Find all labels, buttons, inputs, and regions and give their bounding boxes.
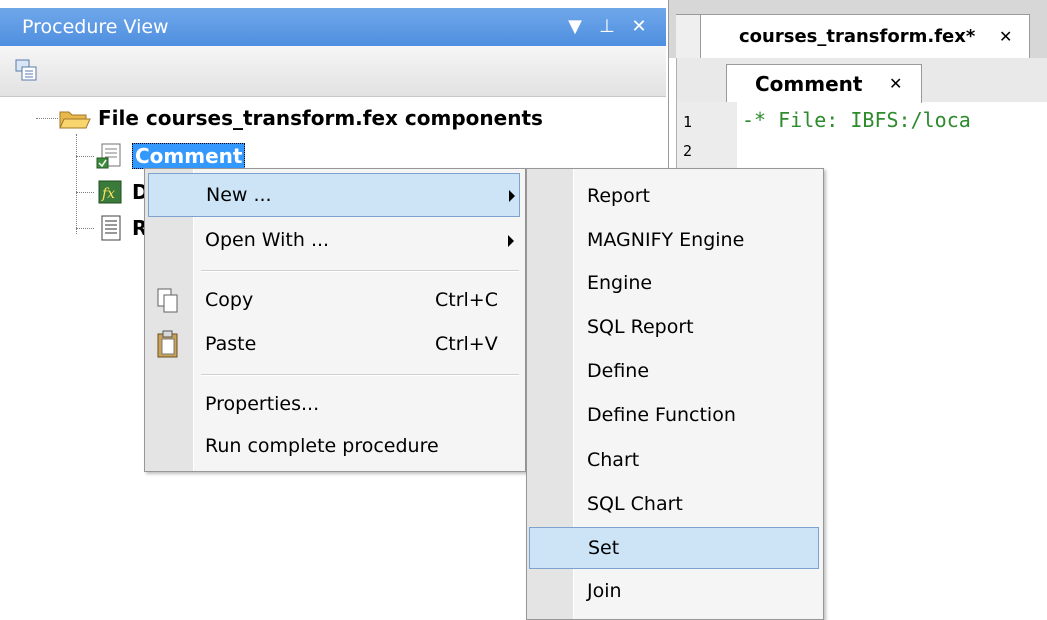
submenu-item-set[interactable]: Set (529, 527, 819, 569)
menu-item-properties[interactable]: Properties... (148, 383, 520, 427)
tab-courses-transform[interactable]: courses_transform.fex* ✕ (700, 14, 1030, 59)
tree-root-label[interactable]: File courses_transform.fex components (98, 103, 543, 133)
submenu-item-label: Define Function (587, 404, 736, 426)
line-number: 1 (683, 113, 693, 131)
tree-connector (76, 192, 94, 193)
tab-comment-close-icon[interactable]: ✕ (889, 65, 902, 103)
tree-connector (76, 228, 94, 229)
tree-view-icon[interactable] (14, 58, 40, 84)
define-node-icon: fx (98, 180, 122, 204)
submenu-item-label: Join (587, 580, 622, 602)
submenu-item-magnify-engine[interactable]: MAGNIFY Engine (529, 217, 819, 261)
menu-item-run-complete-procedure[interactable]: Run complete procedure (148, 425, 520, 469)
submenu-item-label: SQL Chart (587, 493, 683, 515)
new-submenu: Report MAGNIFY Engine Engine SQL Report … (526, 168, 824, 620)
submenu-arrow-icon (509, 190, 515, 202)
menu-item-open-with-label: Open With ... (205, 229, 330, 251)
procedure-view-toolbar (0, 46, 666, 97)
tree-item-comment[interactable]: Comment (132, 141, 246, 171)
submenu-item-label: Report (587, 185, 650, 207)
menu-separator (201, 374, 519, 376)
submenu-item-label: Define (587, 360, 650, 382)
paste-icon (157, 330, 178, 358)
tree-connector (76, 134, 77, 234)
tab-scroll-area (676, 14, 700, 59)
tree-connector (76, 156, 94, 157)
code-line[interactable]: -* File: IBFS:/loca (742, 108, 971, 132)
submenu-item-label: Engine (587, 272, 653, 294)
menu-item-paste-shortcut: Ctrl+V (435, 333, 498, 355)
tab-comment[interactable]: Comment ✕ (726, 64, 922, 103)
menu-item-run-label: Run complete procedure (205, 435, 439, 457)
submenu-item-label: Set (588, 537, 620, 559)
submenu-item-define[interactable]: Define (529, 349, 819, 393)
context-menu: New ... Open With ... Copy Ctrl+C Paste … (144, 168, 526, 472)
comment-node-icon (96, 143, 121, 169)
menu-item-paste[interactable]: Paste Ctrl+V (148, 323, 520, 367)
submenu-item-chart[interactable]: Chart (529, 437, 819, 481)
submenu-arrow-icon (508, 235, 514, 247)
line-number: 2 (683, 142, 693, 160)
tree-item-comment-label: Comment (132, 143, 246, 169)
menu-item-open-with[interactable]: Open With ... (148, 219, 520, 263)
tab-comment-label: Comment (755, 72, 863, 96)
submenu-item-report[interactable]: Report (529, 173, 819, 217)
menu-separator (201, 270, 519, 272)
submenu-item-label: Chart (587, 449, 640, 471)
panel-dropdown-icon[interactable]: ▼ (562, 8, 588, 46)
tab-file-label: courses_transform.fex* (739, 26, 976, 47)
panel-pin-icon[interactable]: ⊥ (594, 8, 620, 46)
folder-open-icon (59, 111, 91, 129)
copy-icon (157, 288, 178, 313)
submenu-item-join[interactable]: Join (529, 571, 819, 615)
submenu-item-sql-report[interactable]: SQL Report (529, 305, 819, 349)
menu-item-copy-shortcut: Ctrl+C (435, 289, 498, 311)
submenu-item-label: SQL Report (587, 316, 694, 338)
menu-item-new[interactable]: New ... (148, 173, 520, 217)
submenu-item-define-function[interactable]: Define Function (529, 393, 819, 437)
report-node-icon (101, 215, 121, 241)
menu-item-copy-label: Copy (205, 289, 254, 311)
menu-item-new-label: New ... (206, 184, 272, 206)
menu-item-copy[interactable]: Copy Ctrl+C (148, 279, 520, 323)
panel-close-icon[interactable]: ✕ (626, 8, 652, 46)
submenu-item-sql-chart[interactable]: SQL Chart (529, 481, 819, 525)
tree-connector (36, 118, 58, 119)
submenu-item-label: MAGNIFY Engine (587, 229, 745, 251)
submenu-item-engine[interactable]: Engine (529, 261, 819, 305)
svg-text:fx: fx (101, 186, 115, 202)
menu-item-paste-label: Paste (205, 333, 257, 355)
menu-item-properties-label: Properties... (205, 393, 320, 415)
tab-file-close-icon[interactable]: ✕ (999, 15, 1012, 59)
